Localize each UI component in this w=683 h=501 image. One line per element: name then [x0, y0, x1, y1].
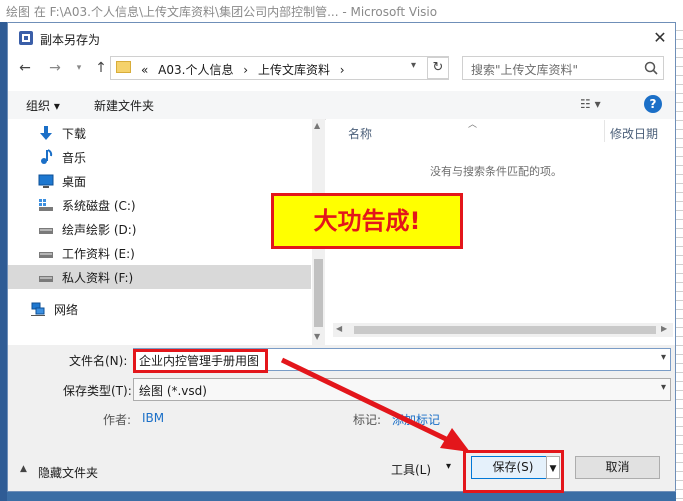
- annotation-arrow: [280, 357, 470, 452]
- annotation-arrow-line: [280, 357, 450, 443]
